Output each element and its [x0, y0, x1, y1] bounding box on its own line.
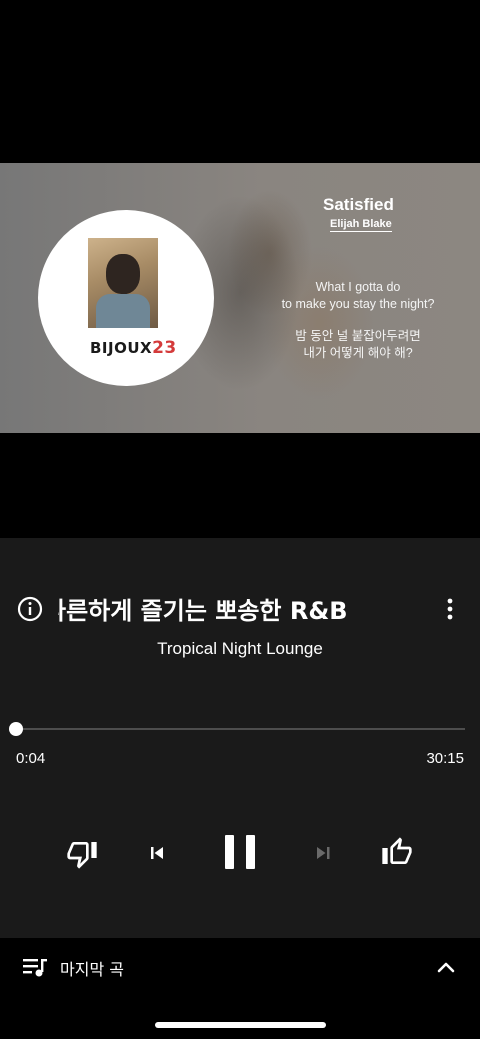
- lyric-line-en-2: to make you stay the night?: [281, 297, 435, 311]
- playlist-title-marquee: 나른하게 즐기는 뽀송한 R&B: [58, 589, 422, 629]
- video-player[interactable]: BIJOUX23 Satisfied Elijah Blake What I g…: [0, 163, 480, 433]
- time-total: 30:15: [426, 750, 464, 767]
- video-song-artist: Elijah Blake: [330, 218, 392, 232]
- playlist-subtitle[interactable]: Tropical Night Lounge: [0, 639, 480, 659]
- cover-figure-head: [106, 254, 140, 294]
- skip-next-icon[interactable]: [311, 841, 335, 865]
- skip-previous-icon[interactable]: [145, 841, 169, 865]
- pause-icon[interactable]: [220, 832, 260, 872]
- home-indicator[interactable]: [155, 1022, 326, 1028]
- album-cover-art: [88, 238, 158, 328]
- cover-figure-body: [96, 294, 150, 328]
- chevron-up-icon[interactable]: [436, 958, 456, 976]
- queue-music-icon: [23, 959, 47, 977]
- album-disc: BIJOUX23: [38, 210, 214, 386]
- progress-track[interactable]: [16, 728, 465, 730]
- lyric-line-en-1: What I gotta do: [315, 280, 401, 294]
- lyric-line-ko-1: 밤 동안 널 붙잡아두려면: [295, 329, 421, 343]
- playlist-title: 나른하게 즐기는 뽀송한 R&B: [58, 597, 348, 625]
- progress-thumb[interactable]: [9, 722, 23, 736]
- queue-label[interactable]: 마지막 곡: [60, 956, 124, 980]
- time-elapsed: 0:04: [16, 750, 46, 767]
- thumb-down-icon[interactable]: [66, 838, 98, 870]
- album-cover-title: BIJOUX23: [90, 338, 177, 358]
- video-song-title: Satisfied: [323, 195, 394, 214]
- more-vert-icon[interactable]: [440, 596, 460, 622]
- info-icon[interactable]: [17, 596, 43, 622]
- thumb-up-icon[interactable]: [381, 836, 413, 868]
- lyric-line-ko-2: 내가 어떻게 해야 해?: [303, 346, 413, 360]
